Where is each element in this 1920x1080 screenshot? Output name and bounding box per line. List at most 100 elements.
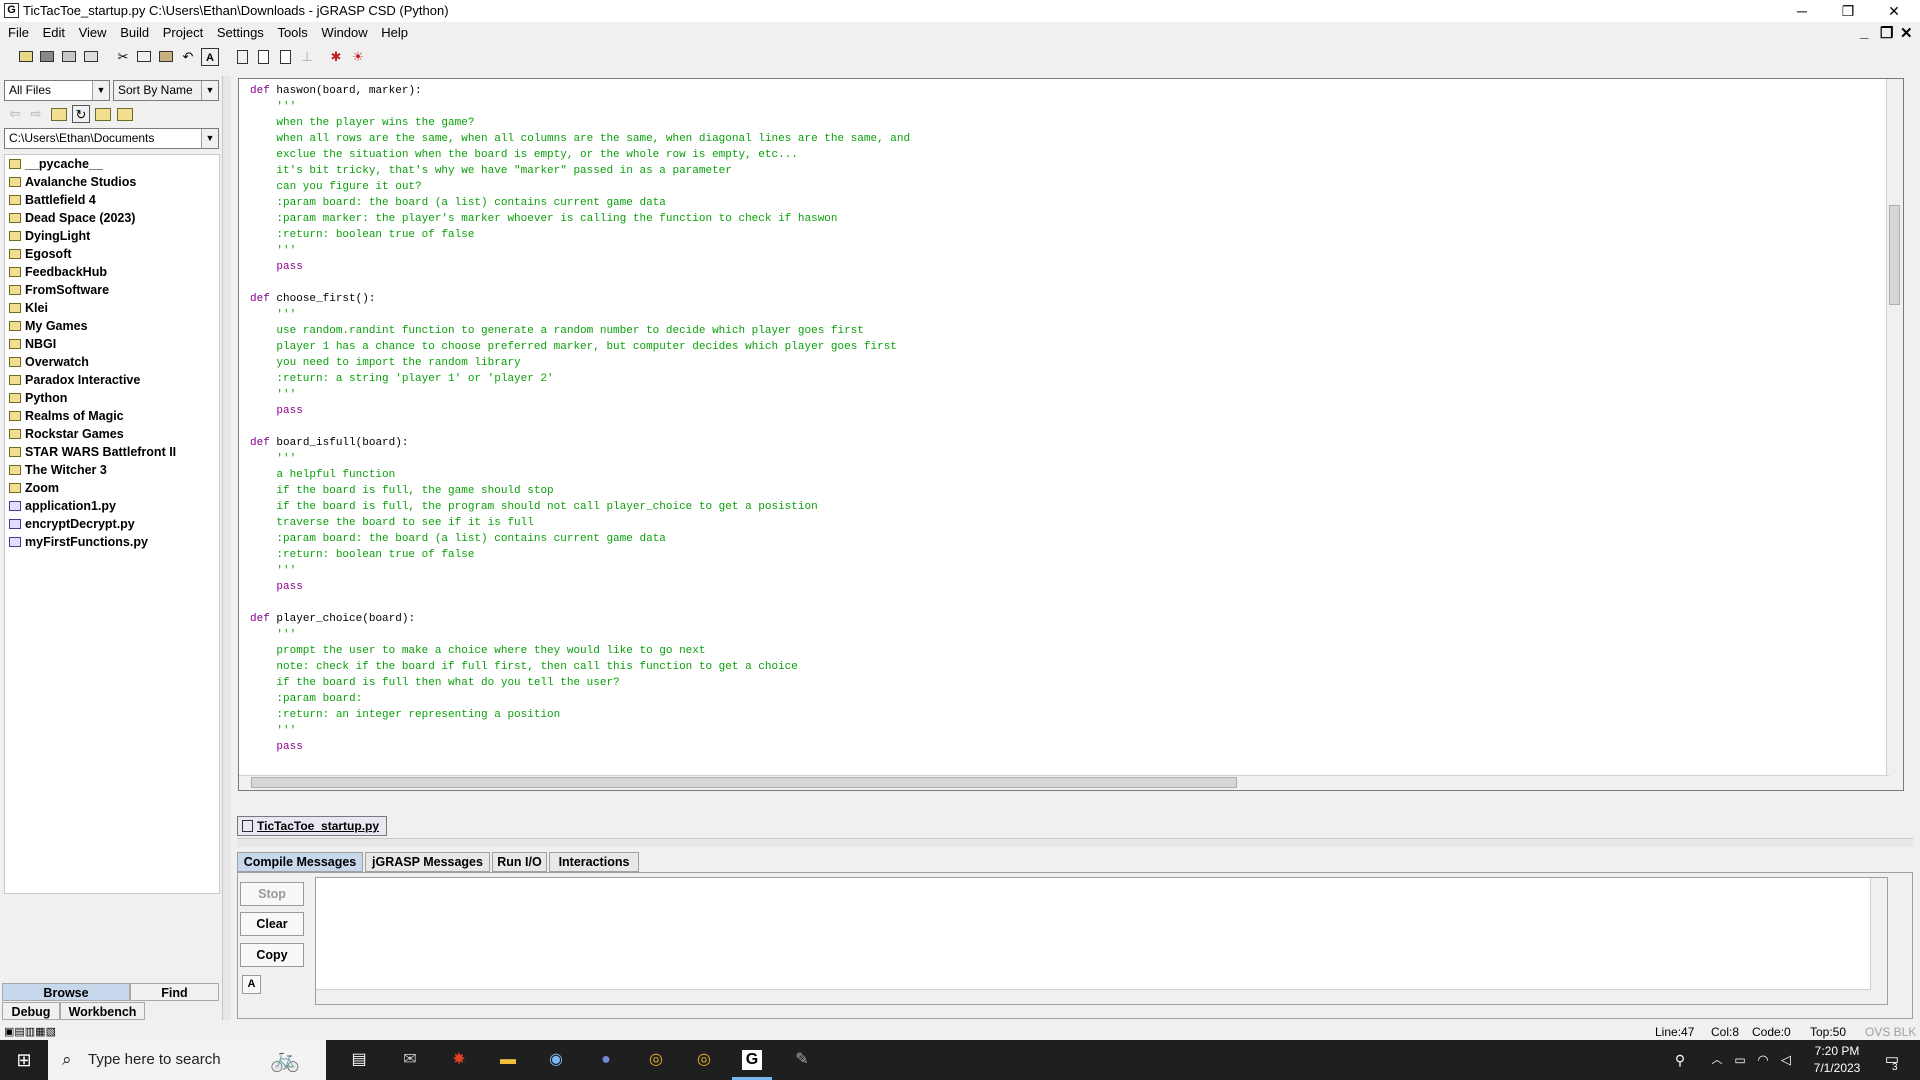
file-list-item[interactable]: Rockstar Games bbox=[5, 425, 219, 443]
sort-select[interactable]: Sort By Name ▼ bbox=[113, 80, 219, 101]
messages-vertical-scrollbar[interactable] bbox=[1870, 878, 1887, 1004]
red-app-icon[interactable]: ✸ bbox=[447, 1048, 471, 1072]
save-all-icon[interactable] bbox=[60, 48, 78, 66]
steam-icon[interactable]: ◉ bbox=[544, 1048, 568, 1072]
page-icon-2[interactable] bbox=[276, 48, 294, 66]
editor-horizontal-scrollbar[interactable] bbox=[239, 775, 1889, 790]
copy-button[interactable]: Copy bbox=[240, 943, 304, 967]
tab-find[interactable]: Find bbox=[130, 983, 219, 1001]
file-list-item[interactable]: __pycache__ bbox=[5, 155, 219, 173]
paint-icon[interactable]: ✎ bbox=[790, 1048, 814, 1072]
tab-run-io[interactable]: Run I/O bbox=[492, 852, 547, 872]
minimize-button[interactable]: ─ bbox=[1782, 0, 1822, 22]
stop-button[interactable]: Stop bbox=[240, 882, 304, 906]
chrome-icon-2[interactable]: ◎ bbox=[692, 1048, 716, 1072]
file-filter-select[interactable]: All Files ▼ bbox=[4, 80, 110, 101]
tab-workbench[interactable]: Workbench bbox=[60, 1002, 145, 1020]
mdi-close-button[interactable]: ✕ bbox=[1900, 24, 1913, 42]
font-icon[interactable]: A bbox=[201, 48, 219, 66]
copy-icon[interactable] bbox=[135, 48, 153, 66]
file-list-item[interactable]: Avalanche Studios bbox=[5, 173, 219, 191]
clock[interactable]: 7:20 PM 7/1/2023 bbox=[1802, 1043, 1872, 1077]
file-list-item[interactable]: NBGI bbox=[5, 335, 219, 353]
menu-help[interactable]: Help bbox=[381, 22, 408, 44]
save-icon[interactable] bbox=[38, 48, 56, 66]
discord-icon[interactable]: ● bbox=[594, 1048, 618, 1072]
volume-icon[interactable]: ◁ bbox=[1774, 1048, 1798, 1072]
file-list-item[interactable]: Overwatch bbox=[5, 353, 219, 371]
path-select[interactable]: C:\Users\Ethan\Documents ▼ bbox=[4, 128, 219, 149]
panel-splitter[interactable] bbox=[222, 76, 231, 1020]
tab-browse[interactable]: Browse bbox=[2, 983, 130, 1001]
compile-messages-output[interactable] bbox=[315, 877, 1888, 1005]
menu-settings[interactable]: Settings bbox=[217, 22, 264, 44]
file-list-item[interactable]: My Games bbox=[5, 317, 219, 335]
back-arrow-icon[interactable]: ⇦ bbox=[6, 105, 24, 123]
undo-icon[interactable]: ↶ bbox=[179, 48, 197, 66]
editor-splitter[interactable] bbox=[237, 838, 1913, 847]
file-list-item[interactable]: STAR WARS Battlefront II bbox=[5, 443, 219, 461]
menu-file[interactable]: File bbox=[8, 22, 29, 44]
file-list-item[interactable]: Egosoft bbox=[5, 245, 219, 263]
editor-horizontal-thumb[interactable] bbox=[251, 777, 1237, 788]
file-list-item[interactable]: Dead Space (2023) bbox=[5, 209, 219, 227]
open-icon[interactable] bbox=[17, 48, 35, 66]
file-list-item[interactable]: Paradox Interactive bbox=[5, 371, 219, 389]
csd-icon[interactable] bbox=[233, 48, 251, 66]
file-list-item[interactable]: DyingLight bbox=[5, 227, 219, 245]
mail-icon[interactable]: ✉ bbox=[398, 1048, 422, 1072]
clear-button[interactable]: Clear bbox=[240, 912, 304, 936]
editor-vertical-thumb[interactable] bbox=[1889, 205, 1900, 305]
person-icon[interactable]: ⚲ bbox=[1668, 1048, 1692, 1072]
bug-icon[interactable]: ☀ bbox=[349, 48, 367, 66]
file-list-item[interactable]: Realms of Magic bbox=[5, 407, 219, 425]
mdi-restore-button[interactable]: ❐ bbox=[1880, 24, 1893, 42]
menu-window[interactable]: Window bbox=[321, 22, 367, 44]
code-editor[interactable]: def haswon(board, marker): ''' when the … bbox=[238, 78, 1904, 791]
task-view-icon[interactable]: ▤ bbox=[347, 1048, 371, 1072]
file-tab[interactable]: TicTacToe_startup.py bbox=[237, 816, 387, 836]
menu-project[interactable]: Project bbox=[163, 22, 203, 44]
file-list-item[interactable]: Battlefield 4 bbox=[5, 191, 219, 209]
file-explorer-icon[interactable]: ▬ bbox=[496, 1048, 520, 1072]
file-list-item[interactable]: The Witcher 3 bbox=[5, 461, 219, 479]
editor-vertical-scrollbar[interactable] bbox=[1886, 79, 1903, 790]
file-list-item[interactable]: myFirstFunctions.py bbox=[5, 533, 219, 551]
home-folder-icon[interactable] bbox=[50, 105, 68, 123]
jgrasp-icon[interactable]: G bbox=[742, 1050, 762, 1070]
tray-chevron-icon[interactable]: ︿ bbox=[1705, 1048, 1729, 1072]
menu-view[interactable]: View bbox=[79, 22, 107, 44]
file-list-item[interactable]: application1.py bbox=[5, 497, 219, 515]
layout-icons[interactable]: ▣▤▥▦▧ bbox=[4, 1024, 56, 1040]
battery-icon[interactable]: ▭ bbox=[1728, 1048, 1752, 1072]
font-size-button[interactable]: A bbox=[242, 975, 261, 994]
wifi-icon[interactable]: ◠ bbox=[1751, 1048, 1775, 1072]
file-list-item[interactable]: FeedbackHub bbox=[5, 263, 219, 281]
windows-start-icon[interactable]: ⊞ bbox=[12, 1048, 36, 1072]
messages-horizontal-scrollbar[interactable] bbox=[316, 989, 1871, 1004]
paste-icon[interactable] bbox=[157, 48, 175, 66]
print-icon[interactable] bbox=[82, 48, 100, 66]
new-folder-icon[interactable] bbox=[94, 105, 112, 123]
file-list-item[interactable]: Python bbox=[5, 389, 219, 407]
debug-icon[interactable]: ✱ bbox=[327, 48, 345, 66]
menu-edit[interactable]: Edit bbox=[43, 22, 65, 44]
cut-icon[interactable]: ✂ bbox=[114, 48, 132, 66]
page-icon[interactable] bbox=[254, 48, 272, 66]
file-list-item[interactable]: FromSoftware bbox=[5, 281, 219, 299]
forward-arrow-icon[interactable]: ⇨ bbox=[27, 105, 45, 123]
chrome-icon[interactable]: ◎ bbox=[644, 1048, 668, 1072]
close-button[interactable]: ✕ bbox=[1874, 0, 1914, 22]
parent-folder-icon[interactable] bbox=[116, 105, 134, 123]
file-list-item[interactable]: Zoom bbox=[5, 479, 219, 497]
file-list-item[interactable]: encryptDecrypt.py bbox=[5, 515, 219, 533]
mdi-minimize-button[interactable]: _ bbox=[1860, 24, 1868, 41]
tab-interactions[interactable]: Interactions bbox=[549, 852, 639, 872]
tab-compile-messages[interactable]: Compile Messages bbox=[237, 852, 363, 872]
pin-icon[interactable]: ⊥ bbox=[298, 48, 316, 66]
taskbar-search[interactable]: ⌕ Type here to search 🚲 bbox=[48, 1040, 326, 1080]
menu-tools[interactable]: Tools bbox=[277, 22, 307, 44]
menu-build[interactable]: Build bbox=[120, 22, 149, 44]
refresh-icon[interactable]: ↻ bbox=[72, 105, 90, 123]
tab-debug[interactable]: Debug bbox=[2, 1002, 60, 1020]
